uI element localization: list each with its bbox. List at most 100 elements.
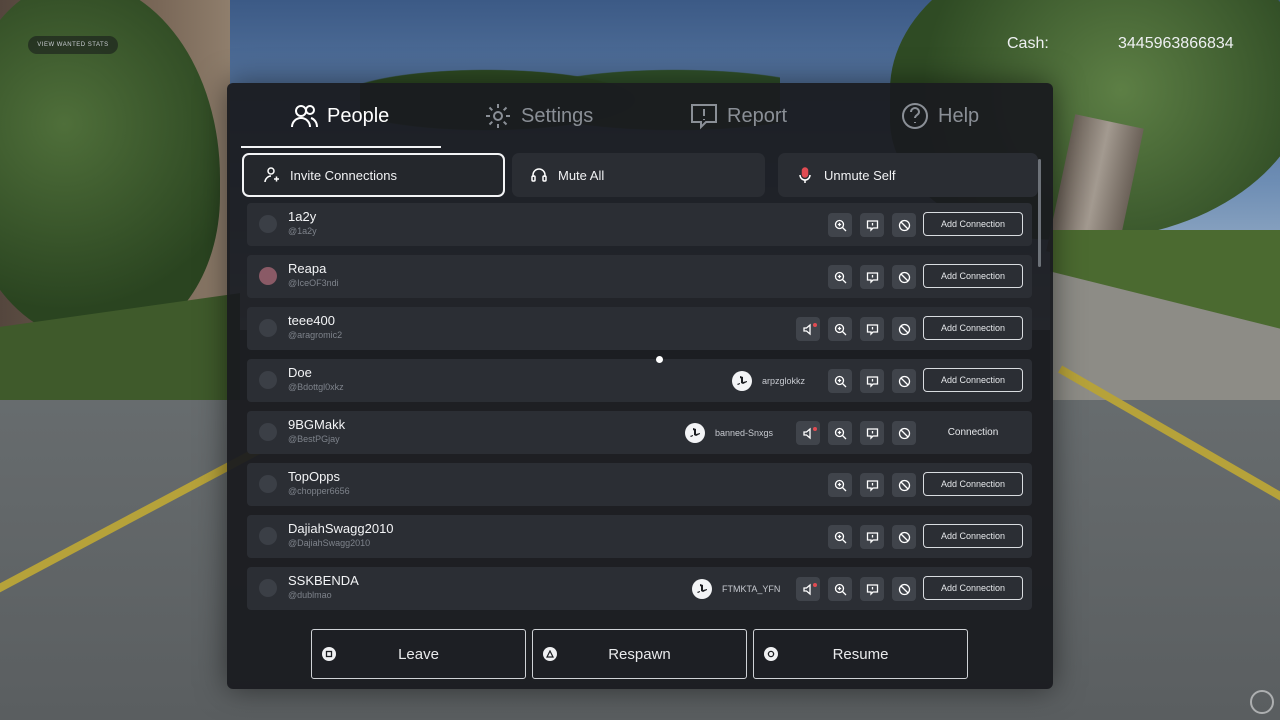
report-player-button[interactable] xyxy=(860,525,884,549)
tab-people[interactable]: People xyxy=(289,83,389,149)
cursor-dot xyxy=(656,356,663,363)
player-row[interactable]: Doe @Bdottgl0xkz arpzglokkz Add Connecti… xyxy=(247,359,1032,402)
block-button[interactable] xyxy=(892,525,916,549)
gear-icon xyxy=(486,104,510,128)
zoom-icon xyxy=(834,427,846,439)
player-username: @DajiahSwagg2010 xyxy=(288,538,371,548)
block-button[interactable] xyxy=(892,213,916,237)
block-icon xyxy=(898,531,910,543)
player-display-name: DajiahSwagg2010 xyxy=(288,521,394,536)
report-flag-icon xyxy=(866,427,878,440)
help-corner-icon[interactable] xyxy=(1250,690,1274,714)
player-row[interactable]: TopOpps @chopper6656 Add Connection xyxy=(247,463,1032,506)
invite-connections-button[interactable]: Invite Connections xyxy=(242,153,505,197)
zoom-icon xyxy=(834,479,846,491)
tab-label: Report xyxy=(727,104,788,127)
player-row[interactable]: 9BGMakk @BestPGjay banned-Snxgs Connecti… xyxy=(247,411,1032,454)
player-row[interactable]: SSKBENDA @dublmao FTMKTA_YFN Add Connect… xyxy=(247,567,1032,610)
report-player-button[interactable] xyxy=(860,421,884,445)
player-avatar xyxy=(259,579,277,597)
player-display-name: 1a2y xyxy=(288,209,317,224)
add-connection-button[interactable]: Add Connection xyxy=(923,368,1023,392)
block-icon xyxy=(898,479,910,491)
tab-report[interactable]: Report xyxy=(689,83,787,149)
respawn-button[interactable]: Respawn xyxy=(532,629,747,679)
player-username: @aragromic2 xyxy=(288,330,343,340)
report-flag-icon xyxy=(866,271,878,284)
block-button[interactable] xyxy=(892,265,916,289)
report-player-button[interactable] xyxy=(860,265,884,289)
tab-settings[interactable]: Settings xyxy=(483,83,593,149)
report-player-button[interactable] xyxy=(860,317,884,341)
platform-tag: banned-Snxgs xyxy=(685,411,773,454)
inspect-button[interactable] xyxy=(828,213,852,237)
player-row[interactable]: teee400 @aragromic2 Add Connection xyxy=(247,307,1032,350)
block-button[interactable] xyxy=(892,369,916,393)
player-username: @IceOF3ndi xyxy=(288,278,339,288)
view-wanted-stats-button[interactable]: VIEW WANTED STATS xyxy=(28,36,118,54)
resume-button[interactable]: Resume xyxy=(753,629,968,679)
inspect-button[interactable] xyxy=(828,265,852,289)
cash-value: 3445963866834 xyxy=(1118,35,1234,52)
mute-all-button[interactable]: Mute All xyxy=(512,153,765,197)
muted-indicator xyxy=(813,427,817,431)
connection-status: Connection xyxy=(947,426,999,438)
zoom-icon xyxy=(834,583,846,595)
player-avatar xyxy=(259,475,277,493)
square-icon xyxy=(325,650,333,658)
headphones-icon xyxy=(531,168,547,182)
inspect-button[interactable] xyxy=(828,577,852,601)
leave-button[interactable]: Leave xyxy=(311,629,526,679)
player-username: @dublmao xyxy=(288,590,332,600)
player-display-name: SSKBENDA xyxy=(288,573,359,588)
player-row[interactable]: DajiahSwagg2010 @DajiahSwagg2010 Add Con… xyxy=(247,515,1032,558)
block-button[interactable] xyxy=(892,577,916,601)
mute-player-button[interactable] xyxy=(796,317,820,341)
inspect-button[interactable] xyxy=(828,525,852,549)
report-flag-icon xyxy=(866,583,878,596)
tab-help[interactable]: Help xyxy=(900,83,979,149)
block-icon xyxy=(898,375,910,387)
inspect-button[interactable] xyxy=(828,473,852,497)
cash-label: Cash: xyxy=(1007,35,1049,52)
add-connection-button[interactable]: Add Connection xyxy=(923,212,1023,236)
player-avatar xyxy=(259,267,277,285)
player-username: @Bdottgl0xkz xyxy=(288,382,344,392)
report-player-button[interactable] xyxy=(860,213,884,237)
playstation-icon xyxy=(697,583,707,593)
inspect-button[interactable] xyxy=(828,421,852,445)
unmute-self-label: Unmute Self xyxy=(824,167,896,183)
player-row[interactable]: 1a2y @1a2y Add Connection xyxy=(247,203,1032,246)
report-flag-icon xyxy=(866,323,878,336)
inspect-button[interactable] xyxy=(828,369,852,393)
microphone-muted-icon xyxy=(799,167,811,183)
add-connection-button[interactable]: Add Connection xyxy=(923,264,1023,288)
player-display-name: Doe xyxy=(288,365,312,380)
platform-name: FTMKTA_YFN xyxy=(722,583,781,594)
player-avatar xyxy=(259,371,277,389)
add-connection-button[interactable]: Add Connection xyxy=(923,472,1023,496)
player-display-name: 9BGMakk xyxy=(288,417,346,432)
tab-label: People xyxy=(327,104,390,127)
unmute-self-button[interactable]: Unmute Self xyxy=(778,153,1038,197)
block-icon xyxy=(898,427,910,439)
report-player-button[interactable] xyxy=(860,577,884,601)
invite-person-icon xyxy=(264,167,279,183)
mute-player-button[interactable] xyxy=(796,421,820,445)
report-flag-icon xyxy=(866,219,878,232)
add-connection-button[interactable]: Add Connection xyxy=(923,576,1023,600)
add-connection-button[interactable]: Add Connection xyxy=(923,524,1023,548)
player-row[interactable]: Reapa @IceOF3ndi Add Connection xyxy=(247,255,1032,298)
inspect-button[interactable] xyxy=(828,317,852,341)
report-player-button[interactable] xyxy=(860,369,884,393)
active-tab-underline xyxy=(241,146,441,148)
menu-footer: Leave Respawn Resume xyxy=(311,629,971,679)
add-connection-button[interactable]: Add Connection xyxy=(923,316,1023,340)
block-button[interactable] xyxy=(892,421,916,445)
player-list-scrollbar[interactable] xyxy=(1038,159,1041,267)
block-button[interactable] xyxy=(892,473,916,497)
mute-player-button[interactable] xyxy=(796,577,820,601)
report-player-button[interactable] xyxy=(860,473,884,497)
player-username: @1a2y xyxy=(288,226,317,236)
block-button[interactable] xyxy=(892,317,916,341)
